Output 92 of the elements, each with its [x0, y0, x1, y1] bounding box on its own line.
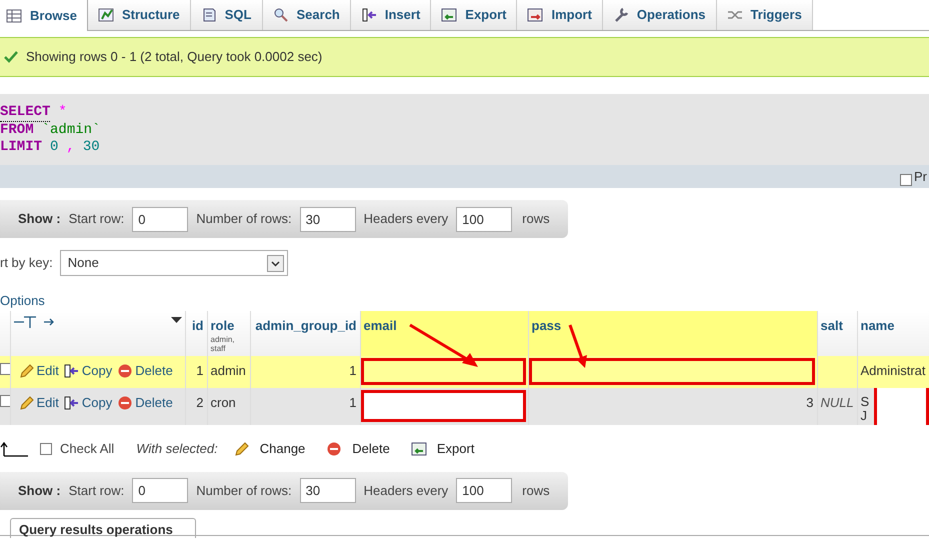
checkmark-icon — [4, 51, 18, 63]
table-cell-text: S — [860, 394, 870, 408]
sql-token: 30 — [82, 139, 100, 156]
copy-icon — [64, 394, 80, 410]
sql-token: `admin` — [42, 122, 100, 139]
tab[interactable]: Search — [262, 0, 351, 30]
table-cell-text: 1 — [349, 362, 356, 378]
headers-every-field[interactable]: 100 — [456, 206, 512, 232]
column-header[interactable]: pass — [532, 318, 562, 332]
delete-link[interactable]: Delete — [117, 362, 173, 378]
document-icon — [200, 7, 217, 23]
table-cell-text: 3 — [806, 394, 814, 410]
copy-link[interactable]: Copy — [64, 362, 112, 378]
tab[interactable]: Structure — [88, 0, 191, 30]
sql-token: 0 — [50, 139, 58, 156]
sql-token: , — [66, 139, 75, 156]
checkbox-label: Pr — [914, 168, 927, 186]
tab[interactable]: SQL — [190, 0, 262, 30]
edit-link[interactable]: Edit — [18, 362, 59, 378]
tab[interactable]: Browse — [0, 0, 88, 31]
checkbox[interactable] — [900, 174, 912, 186]
sql-token: SELECT — [0, 104, 50, 122]
sql-token: LIMIT — [0, 139, 42, 156]
column-header[interactable]: name — [860, 318, 894, 332]
tab[interactable]: Export — [431, 0, 518, 30]
row-checkbox[interactable] — [0, 362, 9, 374]
table-cell-text: 1 — [196, 362, 204, 378]
section-tab[interactable]: Query results operations — [10, 518, 196, 538]
pencil-icon — [18, 362, 34, 378]
start-row-field[interactable]: 0 — [132, 478, 188, 503]
options-link[interactable]: Options — [0, 294, 45, 308]
table-cell-text: 1 — [349, 394, 356, 410]
tab[interactable]: Insert — [350, 0, 432, 30]
field-label: rows — [522, 210, 550, 228]
column-header[interactable]: id — [192, 318, 204, 332]
sort-label: rt by key: — [0, 254, 53, 272]
delete-button[interactable]: Delete — [326, 438, 390, 458]
edit-link[interactable]: Edit — [18, 394, 59, 410]
start-row-field[interactable]: 0 — [132, 206, 188, 232]
check-all-checkbox[interactable]: Check All — [40, 438, 114, 458]
row-checkbox[interactable] — [0, 394, 9, 406]
search-icon — [272, 7, 288, 23]
sort-caret-icon — [170, 316, 182, 324]
table-cell-text: admin — [210, 362, 246, 378]
column-comment: admin, staff — [210, 335, 236, 353]
column-header[interactable]: email — [364, 318, 397, 332]
export-icon — [410, 440, 427, 456]
field-label: Start row: — [68, 482, 124, 500]
headers-every-field[interactable]: 100 — [456, 478, 512, 503]
structure-icon — [98, 7, 114, 23]
field-label: Headers every — [364, 482, 448, 500]
show-label: Show : — [18, 482, 61, 500]
import-icon — [527, 7, 544, 23]
table-icon — [6, 8, 22, 24]
table-cell-text: Administrat — [860, 362, 926, 378]
field-label: Headers every — [364, 210, 448, 228]
field-label: Start row: — [68, 210, 124, 228]
sql-token: FROM — [0, 122, 34, 139]
select-arrow-icon — [0, 440, 28, 456]
sort-dropdown[interactable]: None — [60, 250, 288, 276]
row-count-field[interactable]: 30 — [300, 478, 356, 503]
export-icon — [441, 7, 458, 23]
sql-token: * — [58, 104, 67, 122]
show-label: Show : — [18, 210, 61, 228]
tab[interactable]: Triggers — [716, 0, 813, 30]
column-header[interactable]: role — [210, 318, 234, 332]
copy-icon — [64, 362, 80, 378]
export-button[interactable]: Export — [410, 438, 474, 458]
row-count-field[interactable]: 30 — [300, 206, 356, 232]
wrench-icon — [612, 7, 629, 23]
field-label: Number of rows: — [196, 210, 292, 228]
column-header[interactable]: salt — [820, 318, 843, 332]
message-text: Showing rows 0 - 1 (2 total, Query took 0.0002 sec) — [26, 48, 322, 66]
pencil-icon — [18, 394, 34, 410]
field-label: Number of rows: — [196, 482, 292, 500]
delete-icon — [117, 362, 134, 378]
pencil-icon — [234, 440, 250, 456]
edit-button[interactable]: Change — [234, 438, 306, 458]
delete-link[interactable]: Delete — [117, 394, 173, 410]
delete-icon — [326, 440, 342, 456]
field-label: rows — [522, 482, 550, 500]
insert-icon — [360, 7, 377, 23]
column-resize-icon — [14, 316, 54, 328]
tab[interactable]: Operations — [602, 0, 717, 30]
table-cell-text: NULL — [820, 394, 854, 410]
delete-icon — [117, 394, 134, 410]
copy-link[interactable]: Copy — [64, 394, 112, 410]
table-cell-text: J — [860, 408, 868, 422]
table-cell-text: cron — [210, 394, 236, 410]
tab[interactable]: Import — [517, 0, 603, 30]
with-selected-label: With selected: — [136, 440, 218, 458]
table-cell-text: 2 — [196, 394, 204, 410]
